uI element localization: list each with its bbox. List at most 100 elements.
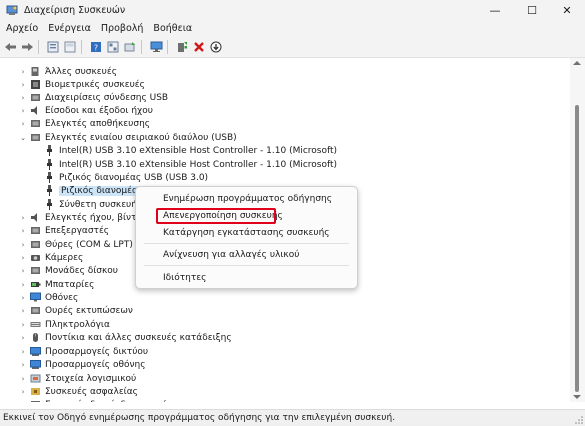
tree-item-label: Προσαρμογείς οθόνης [45,359,146,370]
tree-item-label: Είσοδοι και έξοδοι ήχου [45,105,153,116]
scroll-down-arrow-icon[interactable] [573,395,581,399]
menu-bar: Αρχείο Ενέργεια Προβολή Βοήθεια [0,20,585,37]
tree-item[interactable]: › Ουρές εκτυπώσεων [18,304,133,317]
tree-item-label: Προσαρμογείς δικτύου [45,346,149,357]
chevron-down-icon[interactable]: ⌄ [18,131,28,144]
tree-item[interactable]: › Διαχειρίσεις σύνδεσης USB [18,91,169,104]
tree-item[interactable]: › Άλλες συσκευές [18,65,117,78]
back-arrow-icon[interactable] [3,40,17,54]
chevron-right-icon[interactable]: › [18,224,28,237]
tree-item[interactable]: › Προσαρμογείς οθόνης [18,358,146,371]
tree-item-label: Intel(R) USB 3.10 eXtensible Host Contro… [59,159,338,170]
highlight-box [156,208,276,224]
usb-connector-icon [30,92,41,103]
tree-item[interactable]: › Οθόνες [18,291,78,304]
chevron-right-icon[interactable]: › [18,65,28,78]
tree-item[interactable]: › Ελεγκτές ήχου, βίντεο [18,211,147,224]
scroll-up-arrow-icon[interactable] [573,61,581,65]
chevron-right-icon[interactable]: › [18,385,28,398]
maximize-button[interactable]: ☐ [514,0,550,20]
chevron-right-icon[interactable]: › [18,278,28,291]
chevron-right-icon[interactable]: › [18,318,28,331]
tree-item[interactable]: › Συσκευές διασύνδεσης χρήστη [18,398,184,402]
tree-item[interactable]: › Ελεγκτές αποθήκευσης [18,117,150,130]
port-icon [30,239,41,250]
context-menu: Ενημέρωση προγράμματος οδήγησης Απενεργο… [135,186,358,289]
chevron-right-icon[interactable]: › [18,264,28,277]
menu-action[interactable]: Ενέργεια [44,23,95,34]
scroll-thumb[interactable] [575,105,579,392]
status-bar: Εκκινεί τον Οδηγό ενημέρωσης προγράμματο… [0,409,585,426]
chevron-right-icon[interactable]: › [18,372,28,385]
chevron-right-icon[interactable]: › [18,345,28,358]
disk-drive-icon [30,265,41,276]
toolbar-separator [38,40,39,54]
tree-item[interactable]: › Στοιχεία λογισμικού [18,372,137,385]
menu-file[interactable]: Αρχείο [2,23,42,34]
uninstall-icon[interactable] [192,40,206,54]
chevron-right-icon[interactable]: › [18,251,28,264]
mouse-icon [30,332,41,343]
keyboard-icon [30,319,41,330]
chevron-right-icon[interactable]: › [18,331,28,344]
tree-item[interactable]: › Συσκευές ασφαλείας [18,385,138,398]
tree-item-label: Ριζικός διανομέας USB (USB 3.0) [59,172,209,183]
chevron-right-icon[interactable]: › [18,211,28,224]
fingerprint-icon [30,79,41,90]
menu-item-update-driver[interactable]: Ενημέρωση προγράμματος οδήγησης [163,194,332,204]
camera-icon [30,252,41,263]
chevron-right-icon[interactable]: › [18,91,28,104]
chevron-right-icon[interactable]: › [18,78,28,91]
tree-item[interactable]: Intel(R) USB 3.10 eXtensible Host Contro… [32,158,337,171]
menu-item-scan-hardware[interactable]: Ανίχνευση για αλλαγές υλικού [163,250,299,260]
chevron-right-icon[interactable]: › [18,398,28,403]
chevron-right-icon[interactable]: › [18,238,28,251]
show-hidden-icon[interactable] [63,40,77,54]
tree-item[interactable]: › Θύρες (COM & LPT) [18,238,133,251]
tree-item[interactable]: › Μπαταρίες [18,278,95,291]
menu-help[interactable]: Βοήθεια [149,23,196,34]
chevron-right-icon[interactable]: › [18,104,28,117]
resize-grip-icon[interactable] [575,416,583,424]
monitor-icon[interactable] [149,40,163,54]
tree-item[interactable]: › Πληκτρολόγια [18,318,110,331]
add-driver-icon[interactable] [175,40,189,54]
menu-view[interactable]: Προβολή [97,23,148,34]
vertical-scrollbar[interactable] [570,58,585,402]
device-view-icon[interactable] [106,40,120,54]
toolbar-separator [141,40,142,54]
chevron-right-icon[interactable]: › [18,117,28,130]
tree-item[interactable]: Ριζικός διανομέας USB (USB 3.0) [32,171,208,184]
download-icon[interactable] [209,40,223,54]
tree-item[interactable]: › Κάμερες [18,251,84,264]
help-icon[interactable]: ? [89,40,103,54]
tree-item[interactable]: ⌄ Ελεγκτές ενιαίου σειριακού διαύλου (USB… [18,131,237,144]
forward-arrow-icon[interactable] [20,40,34,54]
tree-item[interactable]: › Επεξεργαστές [18,224,110,237]
menu-item-properties[interactable]: Ιδιότητες [163,273,206,283]
chevron-right-icon[interactable]: › [18,304,28,317]
tree-item-label: Βιομετρικές συσκευές [45,79,145,90]
update-driver-icon[interactable] [123,40,137,54]
close-button[interactable]: ✕ [549,0,585,20]
tree-item[interactable]: › Μονάδες δίσκου [18,264,118,277]
svg-text:?: ? [94,44,98,53]
tree-item[interactable]: › Προσαρμογείς δικτύου [18,345,149,358]
chevron-right-icon[interactable]: › [18,358,28,371]
tree-item-label: Στοιχεία λογισμικού [45,373,137,384]
minimize-button[interactable]: — [477,0,513,20]
menu-separator [144,243,349,244]
usb-plug-icon [44,159,55,170]
tree-item[interactable]: Intel(R) USB 3.10 eXtensible Host Contro… [32,144,337,157]
menu-separator [144,265,349,266]
tree-item[interactable]: › Ποντίκια και άλλες συσκευές κατάδειξης [18,331,232,344]
properties-icon[interactable] [46,40,60,54]
tree-item[interactable]: › Είσοδοι και έξοδοι ήχου [18,104,153,117]
software-component-icon [30,373,41,384]
chevron-right-icon[interactable]: › [18,291,28,304]
tree-item[interactable]: › Βιομετρικές συσκευές [18,78,145,91]
menu-item-uninstall-device[interactable]: Κατάργηση εγκατάστασης συσκευής [163,228,330,238]
tree-item-label: Ελεγκτές ήχου, βίντεο [45,212,147,223]
tree-item-label: Άλλες συσκευές [45,66,118,77]
